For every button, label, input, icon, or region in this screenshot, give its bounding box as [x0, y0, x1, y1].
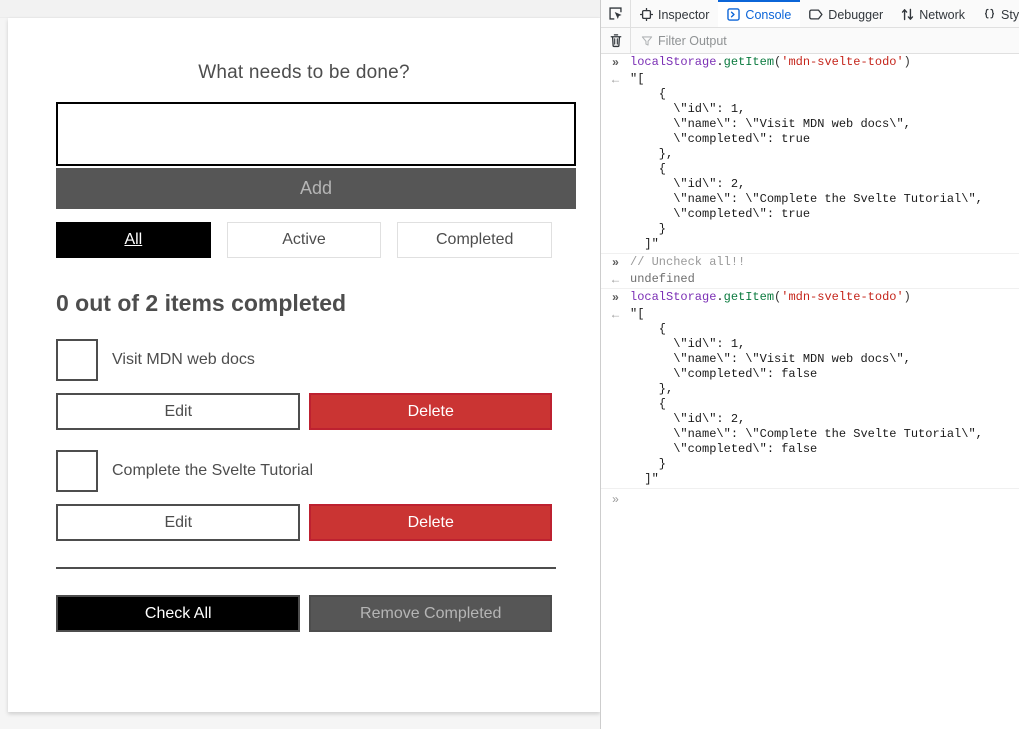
- debugger-tag-icon: [809, 8, 823, 21]
- check-all-button[interactable]: Check All: [56, 595, 300, 632]
- console-group: » localStorage.getItem('mdn-svelte-todo'…: [601, 54, 1019, 254]
- console-token-dot: .: [716, 55, 723, 69]
- delete-button[interactable]: Delete: [309, 504, 552, 541]
- tab-label-network: Network: [919, 8, 965, 22]
- status-heading: 0 out of 2 items completed: [56, 258, 552, 317]
- list-item: Complete the Svelte Tutorial Edit Delete: [56, 450, 552, 541]
- console-input-expression: localStorage.getItem('mdn-svelte-todo'): [630, 290, 1019, 305]
- edit-button[interactable]: Edit: [56, 504, 300, 541]
- console-output-marker: ←: [601, 307, 630, 487]
- console-token-dot: .: [716, 290, 723, 304]
- divider: [56, 567, 556, 569]
- console-token-close-paren: ): [904, 290, 911, 304]
- todo-checkbox[interactable]: [56, 450, 98, 492]
- todo-checkbox[interactable]: [56, 339, 98, 381]
- console-output-value: "[ { \"id\": 1, \"name\": \"Visit MDN we…: [630, 307, 1019, 487]
- console-input-expression: localStorage.getItem('mdn-svelte-todo'): [630, 55, 1019, 70]
- new-todo-input[interactable]: [56, 102, 576, 166]
- add-todo-button[interactable]: Add: [56, 168, 576, 209]
- tab-style-editor[interactable]: Sty: [974, 0, 1019, 27]
- console-output-marker: ←: [601, 72, 630, 252]
- console-token-object: localStorage: [630, 55, 716, 69]
- filter-button-group: All Active Completed: [56, 222, 552, 258]
- list-item: Visit MDN web docs Edit Delete: [56, 339, 552, 430]
- console-input-row[interactable]: » // Uncheck all!!: [601, 254, 1019, 271]
- tab-label-console: Console: [745, 8, 791, 22]
- remove-completed-button[interactable]: Remove Completed: [309, 595, 552, 632]
- browser-viewport: What needs to be done? Add All Active Co…: [0, 0, 600, 729]
- console-token-method: getItem: [724, 55, 774, 69]
- filter-button-active[interactable]: Active: [227, 222, 382, 258]
- console-input-row[interactable]: » localStorage.getItem('mdn-svelte-todo'…: [601, 289, 1019, 306]
- filter-button-completed[interactable]: Completed: [397, 222, 552, 258]
- edit-button[interactable]: Edit: [56, 393, 300, 430]
- filter-label-active: Active: [282, 231, 326, 248]
- tab-debugger[interactable]: Debugger: [800, 0, 892, 27]
- console-token-close-paren: ): [904, 55, 911, 69]
- console-input-marker: »: [601, 255, 630, 270]
- funnel-icon: [641, 35, 653, 47]
- console-input-comment: // Uncheck all!!: [630, 255, 1019, 270]
- devtools-tabbar: Inspector Console Debugger: [601, 0, 1019, 28]
- console-output-row: ← "[ { \"id\": 1, \"name\": \"Visit MDN …: [601, 306, 1019, 488]
- network-arrows-icon: [901, 8, 914, 21]
- tab-network[interactable]: Network: [892, 0, 974, 27]
- developer-tools-panel: Inspector Console Debugger: [600, 0, 1019, 729]
- bulk-actions: Check All Remove Completed: [56, 595, 552, 632]
- console-output-row: ← "[ { \"id\": 1, \"name\": \"Visit MDN …: [601, 71, 1019, 253]
- console-chevron-icon: [727, 8, 740, 21]
- todo-list: Visit MDN web docs Edit Delete Complete …: [56, 339, 552, 541]
- console-token-object: localStorage: [630, 290, 716, 304]
- console-input-row[interactable]: » localStorage.getItem('mdn-svelte-todo'…: [601, 54, 1019, 71]
- todo-item-row: Visit MDN web docs: [56, 339, 552, 381]
- filter-button-all[interactable]: All: [56, 222, 211, 258]
- console-output-row: ← undefined: [601, 271, 1019, 288]
- console-prompt-row[interactable]: »: [601, 489, 1019, 507]
- console-input-marker: »: [601, 290, 630, 305]
- todo-item-label: Visit MDN web docs: [112, 351, 255, 369]
- console-output-value: "[ { \"id\": 1, \"name\": \"Visit MDN we…: [630, 72, 1019, 252]
- console-group: » localStorage.getItem('mdn-svelte-todo'…: [601, 289, 1019, 489]
- tab-label-style-editor: Sty: [1001, 8, 1019, 22]
- todo-item-actions: Edit Delete: [56, 393, 552, 430]
- element-picker-button[interactable]: [601, 0, 631, 27]
- todo-app-card: What needs to be done? Add All Active Co…: [8, 18, 600, 712]
- tab-inspector[interactable]: Inspector: [631, 0, 718, 27]
- browser-chrome-strip: [0, 0, 600, 18]
- console-prompt-marker: »: [601, 492, 630, 507]
- page-title: What needs to be done?: [56, 18, 552, 84]
- console-toolbar: Filter Output: [601, 28, 1019, 54]
- trash-icon: [609, 33, 623, 48]
- console-output-marker: ←: [601, 272, 630, 287]
- console-token-string-arg: 'mdn-svelte-todo': [781, 290, 903, 304]
- filter-output-placeholder: Filter Output: [658, 34, 727, 48]
- style-braces-icon: [983, 8, 996, 21]
- todo-item-label: Complete the Svelte Tutorial: [112, 462, 313, 480]
- delete-button[interactable]: Delete: [309, 393, 552, 430]
- console-prompt-input[interactable]: [630, 492, 1019, 507]
- console-output: » localStorage.getItem('mdn-svelte-todo'…: [601, 54, 1019, 507]
- tab-label-inspector: Inspector: [658, 8, 709, 22]
- console-token-method: getItem: [724, 290, 774, 304]
- todo-item-row: Complete the Svelte Tutorial: [56, 450, 552, 492]
- tab-console[interactable]: Console: [718, 0, 800, 27]
- clear-console-button[interactable]: [601, 28, 631, 54]
- console-group: » // Uncheck all!! ← undefined: [601, 254, 1019, 289]
- filter-output-field[interactable]: Filter Output: [631, 34, 1019, 48]
- filter-label-completed: Completed: [436, 231, 513, 248]
- inspector-target-icon: [640, 8, 653, 21]
- tab-label-debugger: Debugger: [828, 8, 883, 22]
- console-input-marker: »: [601, 55, 630, 70]
- screen: What needs to be done? Add All Active Co…: [0, 0, 1019, 729]
- filter-label-all: All: [124, 231, 142, 248]
- console-token-string-arg: 'mdn-svelte-todo': [781, 55, 903, 69]
- console-output-value: undefined: [630, 272, 1019, 287]
- element-picker-icon: [608, 6, 623, 21]
- todo-item-actions: Edit Delete: [56, 504, 552, 541]
